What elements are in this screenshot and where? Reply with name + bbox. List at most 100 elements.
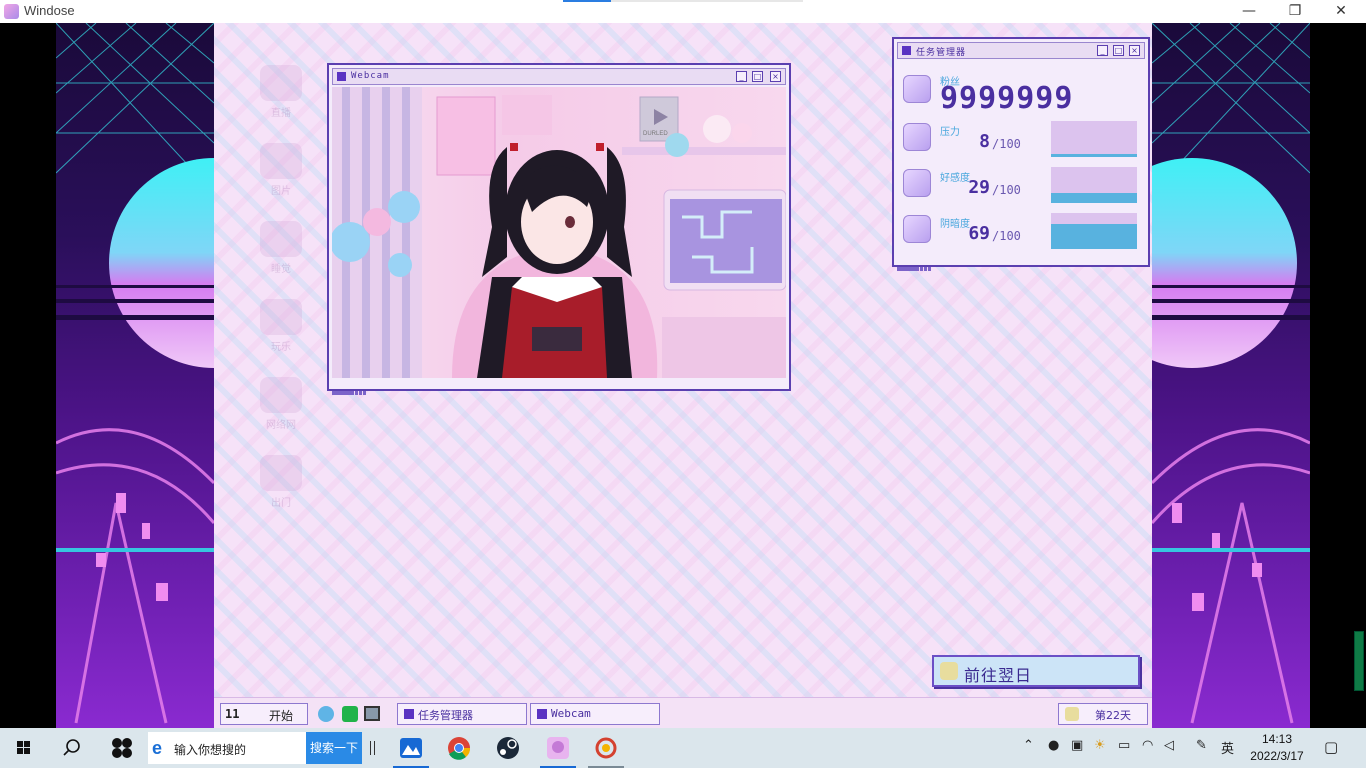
stress-meter-fill [1051, 154, 1137, 157]
desktop-icon-label: 出门 [271, 498, 291, 509]
affection-max: /100 [992, 183, 1021, 197]
monitor-icon[interactable] [364, 706, 380, 721]
window-icon [902, 46, 911, 55]
desktop-icon-images[interactable]: 图片 [251, 143, 311, 197]
go-out-icon [260, 455, 302, 491]
notification-icon[interactable]: ▢ [1324, 738, 1338, 756]
mic-icon[interactable]: ● [1048, 738, 1059, 753]
webcam-maximize-button[interactable]: □ [752, 71, 763, 82]
desktop-icon-label: 睡觉 [271, 264, 291, 275]
scroll-indicator[interactable] [1354, 631, 1364, 691]
day-label: 第22天 [1095, 709, 1131, 722]
pen-icon[interactable]: ✎ [1196, 738, 1207, 753]
line-icon[interactable] [342, 706, 358, 722]
darkness-value: 69 [968, 223, 990, 244]
window-icon [537, 709, 547, 719]
synthwave-art-right [1152, 23, 1310, 724]
edge-icon: e [152, 738, 163, 758]
search-input[interactable]: 输入你想搜的 [174, 741, 246, 758]
window-icon [404, 709, 414, 719]
search-icon[interactable] [48, 728, 96, 768]
desktop-icon-internet[interactable]: 网络网 [251, 377, 311, 431]
stream-icon [260, 65, 302, 101]
taskbar-item-label: 任务管理器 [418, 709, 473, 722]
ime-indicator[interactable]: 英 [1221, 738, 1234, 757]
darkness-max: /100 [992, 229, 1021, 243]
desktop-icon-play[interactable]: 玩乐 [251, 299, 311, 353]
tm-close-button[interactable]: × [1129, 45, 1140, 56]
sleep-icon [260, 221, 302, 257]
wifi-icon[interactable]: ◠ [1142, 738, 1153, 753]
window-footer [897, 258, 937, 271]
start-button[interactable]: 11 开始 [220, 703, 308, 725]
next-day-label: 前往翌日 [964, 666, 1033, 685]
windose-icon[interactable] [534, 728, 582, 768]
volume-icon[interactable]: ◁ [1164, 738, 1174, 753]
game-desktop: 直播 图片 睡觉 玩乐 网络网 出门 Webcam _ □ × DURLED 任… [214, 23, 1152, 728]
followers-avatar [903, 75, 931, 103]
sticker-label: DURLED [643, 131, 668, 137]
affection-avatar [903, 169, 931, 197]
weather-icon[interactable]: ☀ [1094, 738, 1106, 753]
moon-icon [940, 662, 958, 680]
webcam-close-button[interactable]: × [770, 71, 781, 82]
chrome-icon[interactable] [435, 728, 483, 768]
divider [374, 741, 375, 755]
host-window-title: Windose [24, 3, 75, 18]
desktop-icon-stream[interactable]: 直播 [251, 65, 311, 119]
moon-icon [1065, 707, 1079, 721]
search-button[interactable]: 搜索一下 [306, 732, 362, 764]
webcam-feed: DURLED [332, 87, 786, 378]
windows-taskbar: e 输入你想搜的 搜索一下 ⌃ ● ▣ ☀ ▭ ◠ ◁ ✎ 英 14:13 20… [0, 728, 1366, 768]
task-manager-window[interactable]: 任务管理器 _ □ × 粉丝 9999999 压力 8 /100 好感度 29 … [892, 37, 1150, 271]
search-box[interactable]: e 输入你想搜的 [148, 732, 306, 764]
battery-icon[interactable]: ▭ [1118, 738, 1130, 753]
clock[interactable]: 14:13 2022/3/17 [1242, 731, 1312, 765]
game-area: 直播 图片 睡觉 玩乐 网络网 出门 Webcam _ □ × DURLED 任… [0, 23, 1366, 729]
chevron-up-icon[interactable]: ⌃ [1023, 738, 1034, 753]
desktop-icon-sleep[interactable]: 睡觉 [251, 221, 311, 275]
desktop-icon-label: 玩乐 [271, 342, 291, 353]
taskbar-item-label: Webcam [551, 707, 591, 720]
affection-meter [1051, 167, 1137, 203]
darkness-meter-fill [1051, 224, 1137, 249]
darkness-meter [1051, 213, 1137, 249]
stress-value: 8 [979, 131, 990, 152]
window-icon [337, 72, 346, 81]
webcam-minimize-button[interactable]: _ [736, 71, 747, 82]
start-label: 开始 [269, 709, 294, 723]
display-icon[interactable]: ▣ [1071, 738, 1083, 753]
start-icon[interactable] [0, 728, 48, 768]
twitter-icon[interactable] [318, 706, 334, 722]
app-ring-icon[interactable] [582, 728, 630, 768]
loading-progress-bar [563, 0, 803, 2]
tm-maximize-button[interactable]: □ [1113, 45, 1124, 56]
next-day-button[interactable]: 前往翌日 [932, 655, 1140, 687]
divider [370, 741, 371, 755]
task-manager-title: 任务管理器 [916, 48, 967, 58]
window-footer [332, 382, 372, 395]
steam-icon[interactable] [484, 728, 532, 768]
task-manager-titlebar[interactable]: 任务管理器 _ □ × [897, 42, 1145, 59]
minimize-button[interactable]: — [1226, 0, 1272, 23]
desktop-icon-go-out[interactable]: 出门 [251, 455, 311, 509]
restore-button[interactable]: ❐ [1272, 0, 1318, 23]
synthwave-art-left [56, 23, 214, 724]
stress-avatar [903, 123, 931, 151]
day-counter: 第22天 [1058, 703, 1148, 725]
host-titlebar: Windose — ❐ ✕ [0, 0, 1366, 23]
darkness-avatar [903, 215, 931, 243]
taskbar-item-task-manager[interactable]: 任务管理器 [397, 703, 527, 725]
images-icon [260, 143, 302, 179]
clock-date: 2022/3/17 [1250, 749, 1304, 763]
webcam-titlebar[interactable]: Webcam _ □ × [332, 68, 786, 85]
close-button[interactable]: ✕ [1318, 0, 1364, 23]
app-mountain-icon[interactable] [387, 728, 435, 768]
taskbar-item-webcam[interactable]: Webcam [530, 703, 660, 725]
desktop-icon-label: 图片 [271, 186, 291, 197]
clock-time: 14:13 [1261, 732, 1293, 746]
webcam-window[interactable]: Webcam _ □ × DURLED [327, 63, 791, 395]
tm-minimize-button[interactable]: _ [1097, 45, 1108, 56]
affection-meter-fill [1051, 192, 1137, 203]
fan-icon[interactable] [98, 728, 146, 768]
